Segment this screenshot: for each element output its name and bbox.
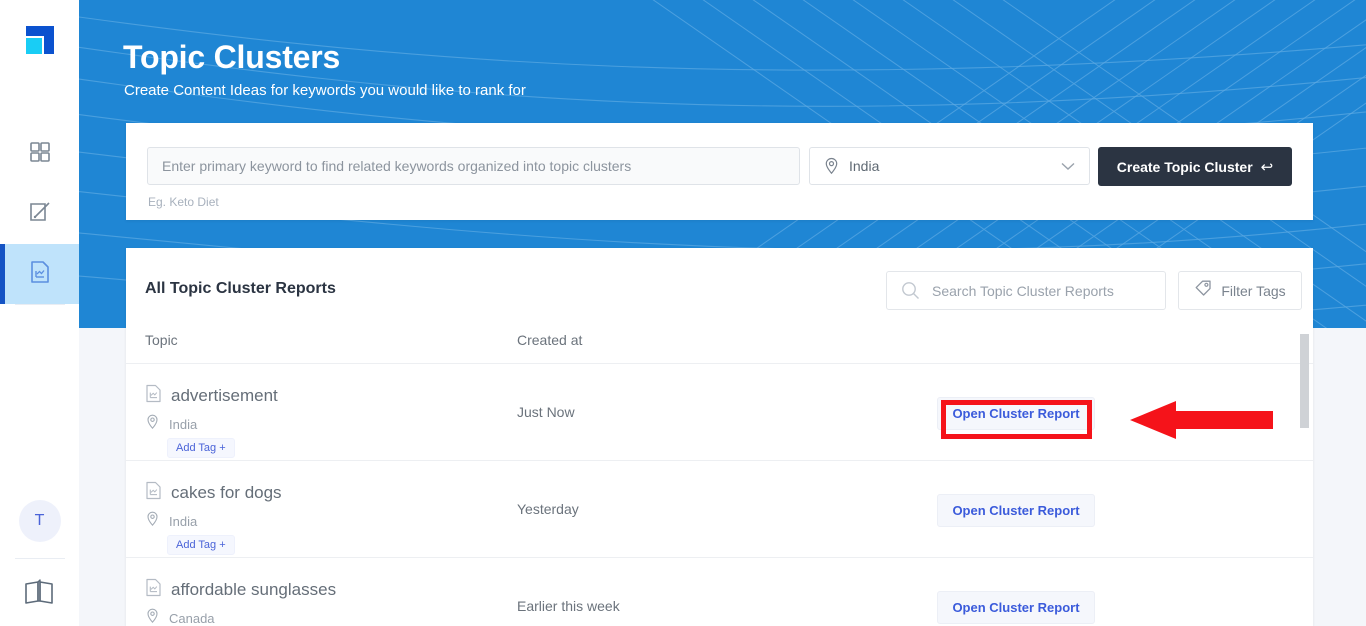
row-topic-label: cakes for dogs bbox=[171, 483, 282, 502]
row-location-label: India bbox=[169, 514, 198, 529]
row-location: India bbox=[146, 511, 197, 532]
avatar[interactable]: T bbox=[18, 500, 61, 542]
edit-document-icon bbox=[27, 199, 53, 230]
open-cluster-report-button[interactable]: Open Cluster Report bbox=[937, 591, 1095, 624]
page-subtitle: Create Content Ideas for keywords you wo… bbox=[124, 82, 526, 99]
row-created-at: Yesterday bbox=[517, 501, 579, 517]
open-cluster-report-button[interactable]: Open Cluster Report bbox=[937, 397, 1095, 430]
add-tag-button[interactable]: Add Tag + bbox=[167, 438, 235, 458]
app-root: T Topic Clusters Create Content Ideas fo… bbox=[0, 0, 1366, 626]
location-pin-icon bbox=[146, 511, 159, 532]
table-row[interactable]: affordable sunglasses Canada Add Tag + E… bbox=[126, 558, 1313, 626]
row-created-at: Earlier this week bbox=[517, 598, 620, 614]
table-scrollbar[interactable] bbox=[1300, 334, 1309, 614]
app-logo[interactable] bbox=[18, 18, 62, 62]
search-reports-placeholder: Search Topic Cluster Reports bbox=[932, 282, 1114, 299]
row-location-label: Canada bbox=[169, 611, 215, 626]
sidebar-item-dashboard[interactable] bbox=[0, 124, 79, 184]
add-tag-button[interactable]: Add Tag + bbox=[167, 535, 235, 555]
location-pin-icon bbox=[146, 414, 159, 435]
open-cluster-report-button[interactable]: Open Cluster Report bbox=[937, 494, 1095, 527]
report-document-icon bbox=[28, 259, 52, 290]
country-value: India bbox=[849, 158, 880, 174]
reports-header: All Topic Cluster Reports Search Topic C… bbox=[126, 248, 1313, 332]
row-location: Canada bbox=[146, 608, 215, 626]
column-header-topic: Topic bbox=[145, 332, 178, 348]
avatar-initial: T bbox=[34, 512, 45, 529]
sidebar-footer: T bbox=[0, 500, 79, 626]
sidebar-divider bbox=[14, 304, 65, 305]
enter-return-icon: ↩ bbox=[1260, 158, 1274, 176]
create-topic-cluster-label: Create Topic Cluster bbox=[1116, 158, 1253, 175]
country-select[interactable]: India bbox=[809, 147, 1090, 185]
row-topic-label: affordable sunglasses bbox=[171, 580, 337, 599]
reports-card: All Topic Cluster Reports Search Topic C… bbox=[126, 248, 1313, 626]
location-pin-icon bbox=[824, 157, 839, 175]
row-location-label: India bbox=[169, 417, 198, 432]
report-document-icon bbox=[145, 481, 162, 505]
row-created-at: Just Now bbox=[517, 404, 575, 420]
row-location: India bbox=[146, 414, 197, 435]
reports-title: All Topic Cluster Reports bbox=[145, 280, 336, 297]
table-scrollbar-thumb[interactable] bbox=[1300, 334, 1309, 428]
page-title: Topic Clusters bbox=[123, 39, 341, 75]
column-header-created: Created at bbox=[517, 332, 583, 348]
create-topic-cluster-button[interactable]: Create Topic Cluster ↩ bbox=[1098, 147, 1292, 186]
table-row[interactable]: cakes for dogs India Add Tag + Yesterday… bbox=[126, 461, 1313, 558]
location-pin-icon bbox=[146, 608, 159, 626]
search-reports-input[interactable]: Search Topic Cluster Reports bbox=[886, 271, 1166, 310]
sidebar-nav bbox=[0, 124, 79, 305]
chevron-down-icon bbox=[1061, 162, 1075, 171]
grid-icon bbox=[29, 141, 51, 168]
keyword-input[interactable] bbox=[147, 147, 800, 185]
table-header: Topic Created at bbox=[126, 332, 1313, 364]
report-document-icon bbox=[145, 384, 162, 408]
sidebar: T bbox=[0, 0, 79, 626]
report-document-icon bbox=[145, 578, 162, 602]
row-topic: affordable sunglasses bbox=[145, 578, 336, 602]
filter-tags-label: Filter Tags bbox=[1221, 282, 1286, 299]
keyword-search-card: Eg. Keto Diet India Create Topic Cluster… bbox=[126, 123, 1313, 220]
tag-icon bbox=[1194, 279, 1212, 302]
row-topic: advertisement bbox=[145, 384, 278, 408]
book-icon[interactable] bbox=[23, 577, 57, 612]
filter-tags-button[interactable]: Filter Tags bbox=[1178, 271, 1302, 310]
sidebar-item-content-editor[interactable] bbox=[0, 184, 79, 244]
row-topic: cakes for dogs bbox=[145, 481, 282, 505]
table-row[interactable]: advertisement India Add Tag + Just Now O… bbox=[126, 364, 1313, 461]
sidebar-footer-divider bbox=[14, 558, 65, 559]
search-icon bbox=[901, 281, 920, 300]
keyword-hint: Eg. Keto Diet bbox=[148, 195, 219, 209]
row-topic-label: advertisement bbox=[171, 386, 278, 405]
sidebar-item-topic-clusters[interactable] bbox=[0, 244, 79, 304]
